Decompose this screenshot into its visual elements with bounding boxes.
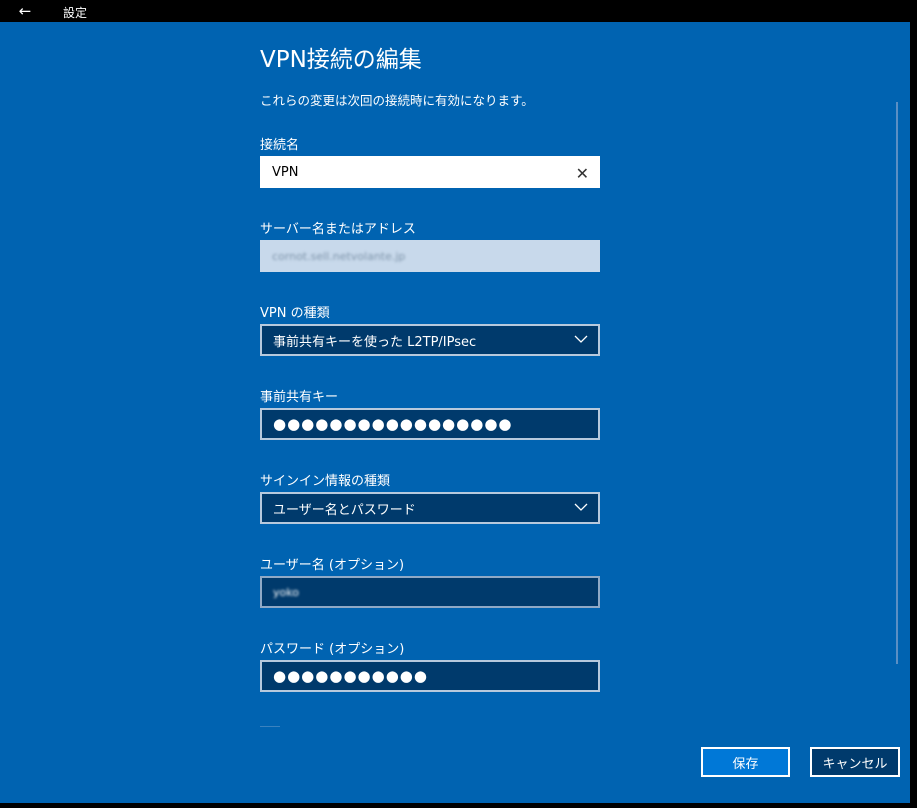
password-label: パスワード (オプション) bbox=[260, 642, 405, 657]
vpn-type-value: 事前共有キーを使った L2TP/IPsec bbox=[273, 334, 477, 350]
vpn-type-label: VPN の種類 bbox=[260, 306, 330, 321]
cancel-button[interactable]: キャンセル bbox=[810, 747, 900, 777]
username-input[interactable]: yoko bbox=[260, 576, 600, 608]
app-title: 設定 bbox=[63, 6, 88, 20]
arrow-left-icon: ← bbox=[18, 2, 32, 20]
signin-type-value: ユーザー名とパスワード bbox=[273, 502, 416, 518]
psk-label: 事前共有キー bbox=[260, 390, 339, 405]
vpn-type-select[interactable]: 事前共有キーを使った L2TP/IPsec bbox=[260, 324, 600, 356]
scrollbar[interactable] bbox=[896, 102, 898, 664]
chevron-down-icon bbox=[574, 335, 588, 343]
password-value: ●●●●●●●●●●● bbox=[273, 667, 428, 685]
chevron-down-icon bbox=[574, 503, 588, 511]
divider bbox=[260, 726, 280, 727]
save-button[interactable]: 保存 bbox=[701, 747, 790, 777]
connection-name-label: 接続名 bbox=[260, 138, 300, 153]
title-bar: ← 設定 bbox=[0, 0, 917, 22]
signin-type-select[interactable]: ユーザー名とパスワード bbox=[260, 492, 600, 524]
window-edge bbox=[910, 22, 917, 803]
connection-name-input[interactable]: VPN ✕ bbox=[260, 156, 600, 188]
psk-input[interactable]: ●●●●●●●●●●●●●●●●● bbox=[260, 408, 600, 440]
window-edge-bottom bbox=[0, 803, 917, 808]
signin-type-label: サインイン情報の種類 bbox=[260, 474, 391, 489]
connection-name-value: VPN bbox=[272, 164, 299, 180]
server-input[interactable]: cornot.sell.netvolante.jp bbox=[260, 240, 600, 272]
page-title: VPN接続の編集 bbox=[260, 47, 422, 73]
server-value: cornot.sell.netvolante.jp bbox=[272, 249, 406, 263]
username-value: yoko bbox=[273, 585, 299, 599]
username-label: ユーザー名 (オプション) bbox=[260, 558, 405, 573]
notice-text: これらの変更は次回の接続時に有効になります。 bbox=[260, 93, 534, 108]
password-input[interactable]: ●●●●●●●●●●● bbox=[260, 660, 600, 692]
back-button[interactable]: ← bbox=[8, 0, 42, 22]
close-icon[interactable]: ✕ bbox=[576, 164, 589, 183]
psk-value: ●●●●●●●●●●●●●●●●● bbox=[273, 415, 513, 433]
server-label: サーバー名またはアドレス bbox=[260, 222, 416, 237]
